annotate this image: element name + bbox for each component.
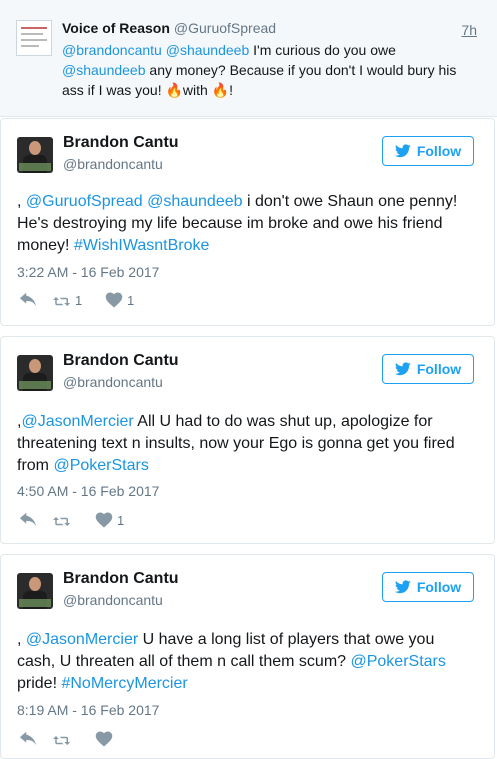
author-handle[interactable]: @brandoncantu xyxy=(63,374,163,390)
tweet-actions: 1 xyxy=(17,511,217,529)
heart-icon xyxy=(95,512,113,528)
tweet-text-segment: , xyxy=(17,193,26,210)
fire-emoji-icon: 🔥 xyxy=(211,82,230,98)
retweet-button[interactable]: 1 xyxy=(53,291,82,309)
reply-icon xyxy=(19,512,37,527)
twitter-bird-icon xyxy=(394,362,411,376)
reply-button[interactable] xyxy=(19,730,37,748)
tweet-text: @brandoncantu @shaundeeb I'm curious do … xyxy=(62,40,482,100)
tweet-card: Brandon Cantu @brandoncantu Follow ,@Jas… xyxy=(0,336,495,544)
mention-link[interactable]: @PokerStars xyxy=(350,653,445,670)
heart-icon xyxy=(95,731,113,747)
hashtag-link[interactable]: #NoMercyMercier xyxy=(61,675,187,692)
tweet-timestamp[interactable]: 8:19 AM - 16 Feb 2017 xyxy=(17,702,159,718)
author-name[interactable]: Voice of Reason xyxy=(62,20,170,36)
follow-label: Follow xyxy=(416,579,462,595)
mention-link[interactable]: @JasonMercier xyxy=(21,413,133,430)
follow-button[interactable]: Follow xyxy=(382,354,474,384)
retweet-button[interactable] xyxy=(53,730,75,748)
tweet-actions xyxy=(17,730,217,748)
tweet-time-link[interactable]: 7h xyxy=(461,22,477,38)
like-button[interactable]: 1 xyxy=(105,291,134,309)
author-handle[interactable]: @brandoncantu xyxy=(63,592,163,608)
avatar[interactable] xyxy=(16,20,52,56)
author-name[interactable]: Brandon Cantu xyxy=(63,352,179,370)
tweet-text: , @GuruofSpread @shaundeeb i don't owe S… xyxy=(17,191,477,257)
like-count: 1 xyxy=(117,512,125,528)
mention-link[interactable]: @shaundeeb xyxy=(62,62,146,78)
mention-link[interactable]: @PokerStars xyxy=(53,457,148,474)
mention-link[interactable]: @GuruofSpread xyxy=(26,193,143,210)
tweet-text-segment: pride! xyxy=(17,675,62,692)
tweet-text-segment: with xyxy=(182,82,212,98)
retweet-count: 1 xyxy=(75,292,83,308)
author-name[interactable]: Brandon Cantu xyxy=(63,134,179,152)
tweet-timestamp[interactable]: 3:22 AM - 16 Feb 2017 xyxy=(17,264,159,280)
reply-icon xyxy=(19,292,37,307)
tweet-actions: 1 1 xyxy=(17,291,217,309)
avatar[interactable] xyxy=(17,573,53,609)
retweet-icon xyxy=(53,517,71,526)
retweet-button[interactable] xyxy=(53,511,75,529)
quoted-tweet[interactable]: Voice of Reason @GuruofSpread 7h @brandon… xyxy=(0,0,497,117)
follow-button[interactable]: Follow xyxy=(382,136,474,166)
like-button[interactable] xyxy=(95,730,117,748)
follow-label: Follow xyxy=(416,361,462,377)
quoted-tweet-header: Voice of Reason @GuruofSpread xyxy=(62,20,276,36)
tweet-timestamp[interactable]: 4:50 AM - 16 Feb 2017 xyxy=(17,483,159,499)
author-handle[interactable]: @GuruofSpread xyxy=(174,20,276,36)
hashtag-link[interactable]: #WishIWasntBroke xyxy=(74,237,209,254)
tweet-card: Brandon Cantu @brandoncantu Follow , @Gu… xyxy=(0,118,495,326)
author-name[interactable]: Brandon Cantu xyxy=(63,570,179,588)
like-count: 1 xyxy=(127,292,135,308)
twitter-bird-icon xyxy=(394,144,411,158)
tweet-card: Brandon Cantu @brandoncantu Follow , @Ja… xyxy=(0,554,495,759)
avatar[interactable] xyxy=(17,137,53,173)
follow-button[interactable]: Follow xyxy=(382,572,474,602)
tweet-text: ,@JasonMercier All U had to do was shut … xyxy=(17,411,477,477)
mention-link[interactable]: @shaundeeb xyxy=(166,42,250,58)
avatar[interactable] xyxy=(17,355,53,391)
reply-button[interactable] xyxy=(19,511,37,529)
reply-icon xyxy=(19,731,37,746)
mention-link[interactable]: @brandoncantu xyxy=(62,42,162,58)
tweet-text-segment: , xyxy=(17,631,26,648)
follow-label: Follow xyxy=(416,143,462,159)
heart-icon xyxy=(105,292,123,308)
retweet-icon xyxy=(53,736,71,745)
retweet-icon xyxy=(53,297,71,306)
tweet-text-segment: I'm curious do you owe xyxy=(249,42,396,58)
twitter-bird-icon xyxy=(394,580,411,594)
like-button[interactable]: 1 xyxy=(95,511,124,529)
fire-emoji-icon: 🔥 xyxy=(165,82,183,98)
tweet-text: , @JasonMercier U have a long list of pl… xyxy=(17,629,477,695)
author-handle[interactable]: @brandoncantu xyxy=(63,156,163,172)
mention-link[interactable]: @shaundeeb xyxy=(147,193,242,210)
tweet-text-segment: ! xyxy=(229,82,234,98)
mention-link[interactable]: @JasonMercier xyxy=(26,631,138,648)
reply-button[interactable] xyxy=(19,291,37,309)
